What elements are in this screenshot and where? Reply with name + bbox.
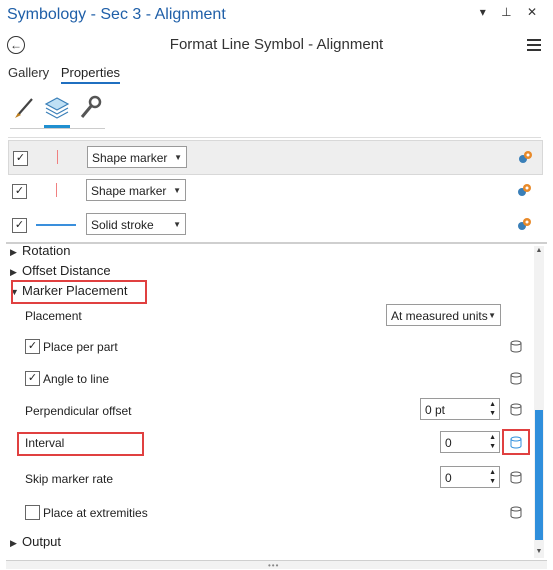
placement-label: Placement	[25, 309, 82, 323]
attribute-mapping-icon[interactable]	[509, 505, 523, 519]
angle-to-line-label: Angle to line	[43, 372, 110, 386]
place-at-extremities-checkbox[interactable]	[25, 505, 40, 520]
chevron-down-icon: ▼	[174, 153, 182, 162]
marker-line-preview	[56, 183, 57, 197]
layer-visible-checkbox[interactable]: ✓	[12, 184, 27, 199]
layer-visible-checkbox[interactable]: ✓	[12, 218, 27, 233]
interval-value: 0	[445, 436, 452, 450]
layer-type-dropdown[interactable]: Solid stroke ▼	[86, 213, 186, 235]
pane-options-icon[interactable]: ▾	[480, 5, 492, 19]
place-at-extremities-label: Place at extremities	[43, 506, 148, 520]
chevron-down-icon: ▼	[173, 186, 181, 195]
paintbrush-icon[interactable]	[10, 93, 40, 123]
attribute-mapping-icon[interactable]	[509, 402, 523, 416]
hamburger-icon[interactable]	[527, 39, 541, 54]
section-offset-distance[interactable]: ▶ Offset Distance	[10, 263, 111, 278]
layer-visible-checkbox[interactable]: ✓	[13, 151, 28, 166]
symbol-layer-row[interactable]: ✓ Shape marker ▼	[8, 174, 541, 207]
scrollbar-thumb[interactable]	[535, 410, 543, 540]
highlight-box	[17, 432, 144, 456]
attribute-mapping-icon[interactable]	[509, 371, 523, 385]
window-controls: ▾ ⊥ ✕	[480, 5, 543, 19]
skip-marker-rate-value: 0	[445, 471, 452, 485]
tab-gallery[interactable]: Gallery	[8, 65, 49, 82]
highlight-box	[502, 429, 530, 455]
section-rotation[interactable]: ▶ Rotation	[10, 246, 70, 258]
section-label: Offset Distance	[22, 263, 111, 278]
pin-icon[interactable]: ⊥	[501, 5, 517, 19]
layer-type-value: Shape marker	[92, 151, 168, 165]
attribute-mapping-icon[interactable]	[509, 339, 523, 353]
window-title: Symbology - Sec 3 - Alignment	[7, 6, 226, 23]
attribute-mapping-icon[interactable]	[509, 470, 523, 484]
spinner-arrows-icon[interactable]: ▲ ▼	[489, 468, 496, 486]
interval-input[interactable]: 0 ▲ ▼	[440, 431, 500, 453]
highlight-box	[11, 280, 147, 304]
section-label: Output	[22, 534, 62, 549]
chevron-down-icon: ▼	[173, 220, 181, 229]
marker-line-preview	[57, 150, 58, 164]
title-bar: Symbology - Sec 3 - Alignment ▾ ⊥ ✕	[0, 0, 553, 31]
perpendicular-offset-input[interactable]: 0 pt ▲ ▼	[420, 398, 500, 420]
layer-properties-icon[interactable]	[517, 149, 533, 165]
chevron-right-icon: ▶	[10, 267, 17, 277]
perpendicular-offset-label: Perpendicular offset	[25, 404, 132, 418]
perpendicular-offset-value: 0 pt	[425, 403, 446, 417]
place-per-part-checkbox[interactable]: ✓	[25, 339, 40, 354]
chevron-right-icon: ▶	[10, 247, 17, 257]
skip-marker-rate-label: Skip marker rate	[25, 472, 114, 486]
placement-value: At measured units	[391, 309, 488, 323]
placement-dropdown[interactable]: At measured units ▼	[386, 304, 501, 326]
symbol-layers-list: ✓ Shape marker ▼ ✓ Shape marker ▼ ✓ Solid …	[8, 137, 543, 242]
place-per-part-label: Place per part	[43, 340, 118, 354]
scroll-down-icon[interactable]: ▼	[535, 548, 543, 555]
tab-bar: Gallery Properties	[8, 65, 128, 84]
chevron-down-icon: ▼	[488, 311, 496, 320]
tab-properties[interactable]: Properties	[60, 65, 121, 84]
section-output[interactable]: ▶ Output	[10, 534, 61, 549]
symbol-layer-row[interactable]: ✓ Shape marker ▼	[8, 140, 543, 175]
scroll-up-icon[interactable]: ▲	[535, 247, 543, 254]
wrench-icon[interactable]	[74, 93, 104, 123]
layer-type-dropdown[interactable]: Shape marker ▼	[87, 146, 187, 168]
spinner-arrows-icon[interactable]: ▲ ▼	[489, 433, 496, 451]
layer-type-value: Shape marker	[91, 184, 167, 198]
chevron-right-icon: ▶	[10, 538, 17, 548]
spinner-arrows-icon[interactable]: ▲ ▼	[489, 400, 496, 418]
close-icon[interactable]: ✕	[527, 5, 543, 19]
section-label: Rotation	[22, 246, 71, 258]
properties-panel: ▶ Rotation ▶ Offset Distance ▼ Marker Place…	[8, 246, 533, 558]
layer-type-dropdown[interactable]: Shape marker ▼	[86, 179, 186, 201]
layers-icon[interactable]	[42, 93, 72, 128]
layer-properties-icon[interactable]	[516, 182, 532, 198]
property-subtabs	[10, 93, 105, 129]
resize-grip-icon[interactable]: •••	[268, 561, 279, 570]
layer-type-value: Solid stroke	[91, 218, 154, 232]
symbol-layer-row[interactable]: ✓ Solid stroke ▼	[8, 208, 541, 241]
angle-to-line-checkbox[interactable]: ✓	[25, 371, 40, 386]
back-arrow-icon[interactable]: ←	[7, 36, 25, 54]
skip-marker-rate-input[interactable]: 0 ▲ ▼	[440, 466, 500, 488]
layer-properties-icon[interactable]	[516, 216, 532, 232]
solid-line-preview	[36, 224, 76, 226]
splitter[interactable]	[6, 242, 547, 244]
page-title: Format Line Symbol - Alignment	[169, 36, 384, 53]
